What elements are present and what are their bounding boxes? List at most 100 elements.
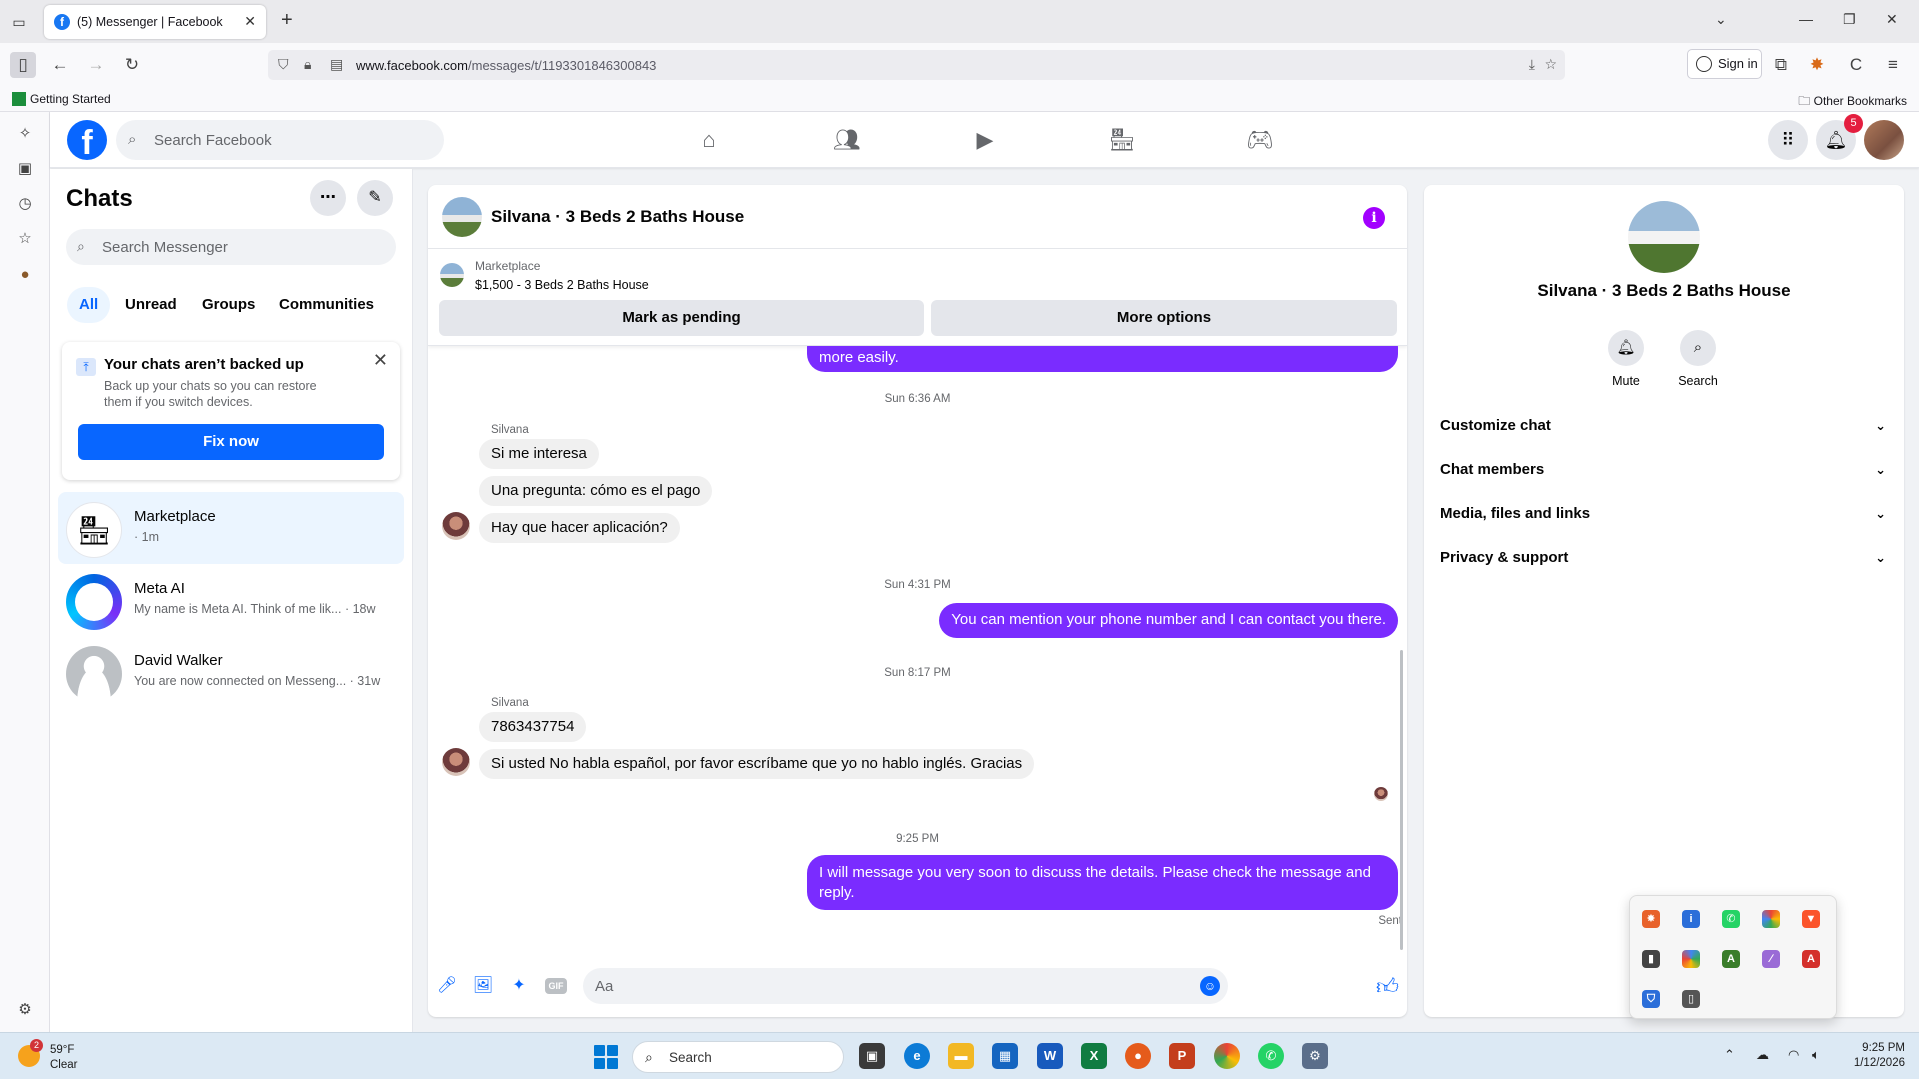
shield-icon[interactable]: ⛉ <box>278 56 289 73</box>
conversation-title[interactable]: Silvana · 3 Beds 2 Baths House <box>491 207 744 227</box>
bookmark-other[interactable]: 🗀︎ Other Bookmarks <box>1798 92 1907 113</box>
incoming-message[interactable]: Si me interesa <box>479 439 599 469</box>
messenger-search[interactable]: ⌕ <box>66 229 396 265</box>
whatsapp-icon[interactable]: ✆ <box>1258 1043 1284 1069</box>
extension-fire-icon[interactable]: ✸ <box>1804 52 1830 78</box>
tray-photos-icon[interactable] <box>1762 910 1780 928</box>
sync-tabs-icon[interactable]: ▣ <box>15 159 35 179</box>
tray-usb-icon[interactable]: ▮ <box>1642 950 1660 968</box>
excel-icon[interactable]: X <box>1081 1043 1107 1069</box>
video-icon[interactable]: ▶ <box>930 120 1040 160</box>
section-media-files-links[interactable]: Media, files and links ⌄ <box>1432 492 1896 536</box>
incoming-message[interactable]: Hay que hacer aplicación? <box>479 513 680 543</box>
tray-info-icon[interactable]: i <box>1682 910 1700 928</box>
bookmarks-star-icon[interactable]: ☆ <box>15 229 35 249</box>
profile-avatar[interactable] <box>1864 120 1904 160</box>
section-privacy-support[interactable]: Privacy & support ⌄ <box>1432 536 1896 580</box>
cloud-offline-icon[interactable]: ☁ <box>1756 1047 1769 1063</box>
window-close-icon[interactable]: ✕ <box>1886 11 1898 28</box>
info-icon[interactable]: i <box>1363 207 1385 229</box>
close-icon[interactable]: ✕ <box>373 350 388 371</box>
install-icon[interactable]: ⤓ <box>1529 56 1535 73</box>
minimize-icon[interactable]: — <box>1799 11 1813 27</box>
more-options-button[interactable]: More options <box>931 300 1397 336</box>
page-info-icon[interactable]: ▤ <box>330 56 343 73</box>
show-hidden-icons-chevron-icon[interactable]: ⌃ <box>1724 1047 1735 1063</box>
new-message-button[interactable]: ✎ <box>357 180 393 216</box>
start-button[interactable] <box>594 1045 618 1069</box>
facebook-logo-icon[interactable]: f <box>67 120 107 162</box>
section-chat-members[interactable]: Chat members ⌄ <box>1432 448 1896 492</box>
filter-groups[interactable]: Groups <box>190 287 267 323</box>
chat-item-meta-ai[interactable]: Meta AI My name is Meta AI. Think of me … <box>58 564 404 636</box>
address-bar[interactable]: ⛉ 🔒︎ ▤ www.facebook.com/messages/t/11933… <box>268 50 1565 80</box>
search-conversation-button[interactable]: ⌕ Search <box>1668 330 1728 388</box>
filter-communities[interactable]: Communities <box>267 287 386 323</box>
message-scrollbar[interactable] <box>1400 650 1403 950</box>
microphone-icon[interactable]: 🎤︎ <box>436 975 458 997</box>
section-customize-chat[interactable]: Customize chat ⌄ <box>1432 404 1896 448</box>
app-icon[interactable]: ⚙ <box>1302 1043 1328 1069</box>
taskbar-search[interactable]: ⌕ Search <box>632 1041 844 1073</box>
restore-icon[interactable]: ❐ <box>1843 11 1856 28</box>
friends-icon[interactable]: 👥︎ <box>792 120 902 160</box>
tray-pen-icon[interactable]: ∕ <box>1762 950 1780 968</box>
incoming-message[interactable]: 7863437754 <box>479 712 587 742</box>
url-text[interactable]: www.facebook.com/messages/t/119330184630… <box>356 58 656 73</box>
facebook-search[interactable]: ⌕ <box>116 120 444 160</box>
forward-icon[interactable]: → <box>83 52 109 78</box>
powerpoint-icon[interactable]: P <box>1169 1043 1195 1069</box>
facebook-search-input[interactable] <box>154 120 434 160</box>
signin-button[interactable]: Sign in <box>1687 49 1762 79</box>
menu-grid-icon[interactable]: ⠿ <box>1768 120 1808 160</box>
outgoing-message[interactable]: I will message you very soon to discuss … <box>807 855 1398 910</box>
filter-all[interactable]: All <box>67 287 111 323</box>
tab-list-icon[interactable]: ▭ <box>8 11 30 33</box>
task-view-icon[interactable]: ▣ <box>859 1043 885 1069</box>
tray-security-icon[interactable]: ⛉ <box>1642 990 1660 1008</box>
edge-icon[interactable]: e <box>904 1043 930 1069</box>
emoji-icon[interactable]: ☺ <box>1200 976 1220 996</box>
bookmark-star-icon[interactable]: ☆ <box>1544 56 1557 73</box>
tray-kite-icon[interactable]: A <box>1722 950 1740 968</box>
message-input[interactable] <box>595 968 1195 1004</box>
system-clock[interactable]: 9:25 PM 1/12/2026 <box>1854 1041 1905 1071</box>
tray-fire-icon[interactable]: ✸ <box>1642 910 1660 928</box>
firefox-icon[interactable]: ● <box>1125 1043 1151 1069</box>
sender-avatar[interactable] <box>442 748 470 776</box>
chat-item-marketplace[interactable]: 🏪︎ Marketplace · 1m <box>58 492 404 564</box>
fix-now-button[interactable]: Fix now <box>78 424 384 460</box>
bookmark-getting-started[interactable]: Getting Started <box>12 92 111 106</box>
incoming-message[interactable]: Una pregunta: cómo es el pago <box>479 476 713 506</box>
gif-icon[interactable]: GIF <box>545 978 567 994</box>
attach-image-icon[interactable]: 🖼︎ <box>472 975 494 997</box>
listing-thumbnail[interactable] <box>440 263 464 287</box>
word-icon[interactable]: W <box>1037 1043 1063 1069</box>
settings-gear-icon[interactable]: ⚙ <box>15 1000 35 1020</box>
listing-price[interactable]: $1,500 - 3 Beds 2 Baths House <box>475 278 649 292</box>
close-tab-icon[interactable]: ✕ <box>244 13 256 30</box>
reload-icon[interactable]: ↻ <box>119 52 145 78</box>
thumbs-up-icon[interactable]: 👍︎ <box>1376 973 1399 1000</box>
filter-unread[interactable]: Unread <box>113 287 189 323</box>
chat-item-david-walker[interactable]: David Walker You are now connected on Me… <box>58 636 404 708</box>
store-icon[interactable]: ▦ <box>992 1043 1018 1069</box>
tray-brave-icon[interactable]: ▼ <box>1802 910 1820 928</box>
chats-options-button[interactable]: ⋯ <box>310 180 346 216</box>
volume-icon[interactable]: 🔈︎ <box>1812 1047 1820 1063</box>
tray-whatsapp-icon[interactable]: ✆ <box>1722 910 1740 928</box>
marketplace-icon[interactable]: 🏪︎ <box>1067 120 1177 160</box>
tray-device-icon[interactable]: ▯ <box>1682 990 1700 1008</box>
new-tab-icon[interactable]: + <box>281 10 293 30</box>
tray-adobe-icon[interactable]: A <box>1802 950 1820 968</box>
message-box[interactable]: ☺ <box>583 968 1228 1004</box>
tray-google-icon[interactable] <box>1682 950 1700 968</box>
sidebar-toggle-icon[interactable]: ▯ <box>10 52 36 78</box>
gaming-icon[interactable]: 🎮︎ <box>1205 120 1315 160</box>
extensions-icon[interactable]: ⧉ <box>1768 52 1794 78</box>
sticker-icon[interactable]: ✦ <box>508 975 530 997</box>
menu-icon[interactable]: ≡ <box>1880 52 1906 78</box>
mark-as-pending-button[interactable]: Mark as pending <box>439 300 924 336</box>
tab-overflow-chevron-icon[interactable]: ⌄ <box>1715 11 1727 28</box>
history-icon[interactable]: ◷ <box>15 194 35 214</box>
